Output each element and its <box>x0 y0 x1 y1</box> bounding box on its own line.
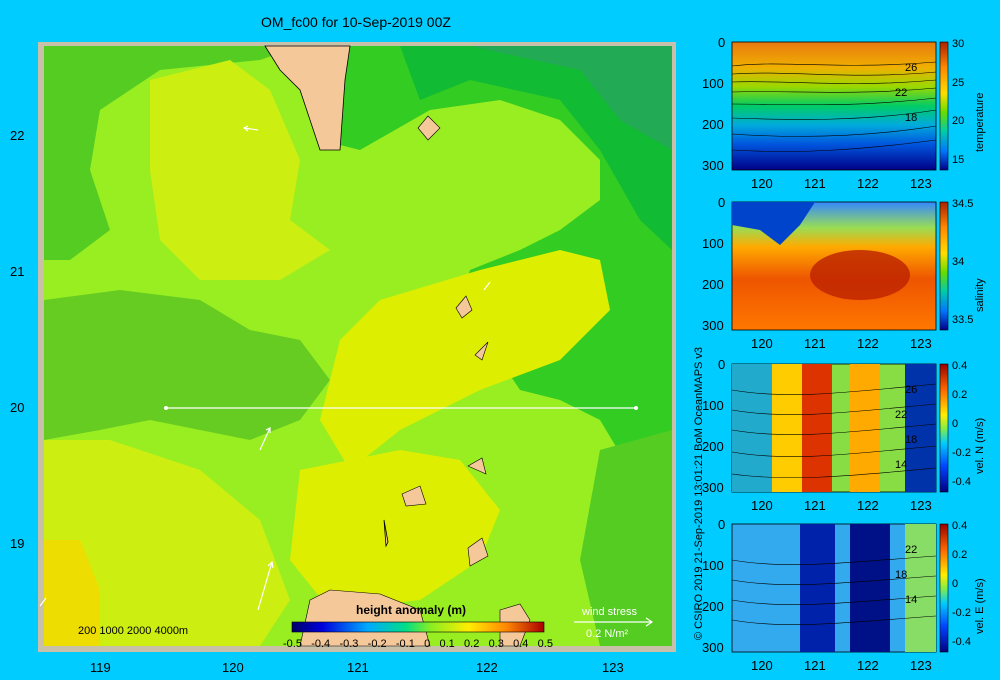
panel-xtick: 120 <box>751 176 773 191</box>
panel-xtick: 122 <box>857 176 879 191</box>
panel-xtick: 120 <box>751 498 773 513</box>
panel-xtick: 123 <box>910 336 932 351</box>
panel-ytick: 100 <box>702 76 724 91</box>
panel-cbar-tick: 25 <box>952 76 965 89</box>
panel-ytick: 200 <box>702 599 724 614</box>
panel-xtick: 123 <box>910 498 932 513</box>
wind-stress-value: 0.2 N/m² <box>586 628 629 640</box>
panel-xtick: 120 <box>751 336 773 351</box>
panel-ytick: 100 <box>702 398 724 413</box>
panel-cbar-tick: 0.2 <box>952 549 968 561</box>
cbar-tick: 0.3 <box>488 638 504 650</box>
depth-legend: 200 1000 2000 4000m <box>78 625 189 637</box>
panel-xtick: 122 <box>857 336 879 351</box>
panel-ytick: 0 <box>718 35 726 50</box>
map-xtick: 122 <box>476 660 498 675</box>
panel-cbar-tick: -0.2 <box>952 607 971 619</box>
contour-label: 18 <box>905 434 918 446</box>
map-ytick: 22 <box>10 128 25 143</box>
panel-xtick: 121 <box>804 658 826 673</box>
colorbar-title: height anomaly (m) <box>356 603 467 617</box>
cbar-tick: -0.5 <box>283 638 302 650</box>
panel-cbar-tick: 0 <box>952 418 959 430</box>
map-xtick: 123 <box>602 660 624 675</box>
panel-label: salinity <box>974 278 986 312</box>
cbar-tick: -0.2 <box>367 638 387 650</box>
contour-label: 22 <box>895 87 908 99</box>
map-svg <box>38 41 949 653</box>
contour-label: 22 <box>905 544 918 556</box>
panel-ytick: 300 <box>702 158 724 173</box>
panel-cbar-tick: 0.2 <box>952 389 968 401</box>
contour-label: 14 <box>895 459 908 471</box>
cbar-tick: -0.4 <box>311 638 331 650</box>
contour-label: 22 <box>895 409 908 421</box>
panel-cbar-tick: 0.4 <box>952 520 968 532</box>
map-xtick: 120 <box>222 660 244 675</box>
panel-ytick: 200 <box>702 117 724 132</box>
map-ytick: 21 <box>10 264 25 279</box>
panel-ytick: 200 <box>702 439 724 454</box>
contour-label: 18 <box>905 112 918 124</box>
map-xtick: 119 <box>90 660 111 675</box>
panel-cbar-tick: 0.4 <box>952 360 968 372</box>
panel-label: vel. E (m/s) <box>974 578 986 634</box>
panel-xtick: 123 <box>910 176 932 191</box>
map-ytick: 19 <box>10 536 25 551</box>
wind-stress-label: wind stress <box>582 606 638 618</box>
colorbar-ticks: -0.5 -0.4 -0.3 -0.2 -0.1 0 0.1 0.2 0.3 0… <box>283 638 553 650</box>
panel-xtick: 121 <box>804 498 826 513</box>
panel-xtick: 122 <box>857 498 879 513</box>
panel-cbar-tick: 15 <box>952 154 965 166</box>
panel-ytick: 0 <box>718 195 726 210</box>
contour-label: 26 <box>905 384 918 396</box>
panel-xtick: 123 <box>910 658 932 673</box>
panel-ytick: 100 <box>702 558 724 573</box>
panel-ytick: 200 <box>702 277 724 292</box>
panel-xtick: 121 <box>804 176 826 191</box>
panel-cbar-tick: 34 <box>952 256 965 268</box>
panel-cbar-tick: -0.4 <box>952 476 971 488</box>
panel-xtick: 122 <box>857 658 879 673</box>
panel-xtick: 120 <box>751 658 773 673</box>
panel-label: temperature <box>974 92 986 152</box>
panel-ytick: 300 <box>702 318 724 333</box>
panel-cbar-tick: 0 <box>952 578 959 590</box>
panel-cbar-tick: -0.4 <box>952 636 971 648</box>
panel-ytick: 0 <box>718 517 726 532</box>
panel-ytick: 300 <box>702 640 724 655</box>
panel-cbar-tick: -0.2 <box>952 447 971 459</box>
panel-cbar-tick: 30 <box>952 38 965 50</box>
panel-ytick: 100 <box>702 236 724 251</box>
panel-xtick: 121 <box>804 336 826 351</box>
cbar-tick: 0.2 <box>464 638 480 650</box>
panel-cbar-tick: 33.5 <box>952 314 974 326</box>
cbar-tick: 0.4 <box>513 638 529 650</box>
cbar-tick: 0 <box>424 638 431 650</box>
height-colorbar <box>291 621 545 633</box>
cbar-tick: 0.1 <box>439 638 455 650</box>
panel-ytick: 0 <box>718 357 726 372</box>
cbar-tick: -0.3 <box>339 638 359 650</box>
map-ytick: 20 <box>10 400 25 415</box>
contour-label: 14 <box>905 594 918 606</box>
contour-label: 26 <box>905 62 918 74</box>
contour-label: 18 <box>895 569 908 581</box>
cbar-tick: 0.5 <box>537 638 553 650</box>
map-xtick: 121 <box>347 660 369 675</box>
panel-cbar-tick: 20 <box>952 115 965 128</box>
cbar-tick: -0.1 <box>395 638 415 650</box>
panel-cbar-tick: 34.5 <box>952 198 974 210</box>
panel-label: vel. N (m/s) <box>974 417 986 474</box>
panel-ytick: 300 <box>702 480 724 495</box>
